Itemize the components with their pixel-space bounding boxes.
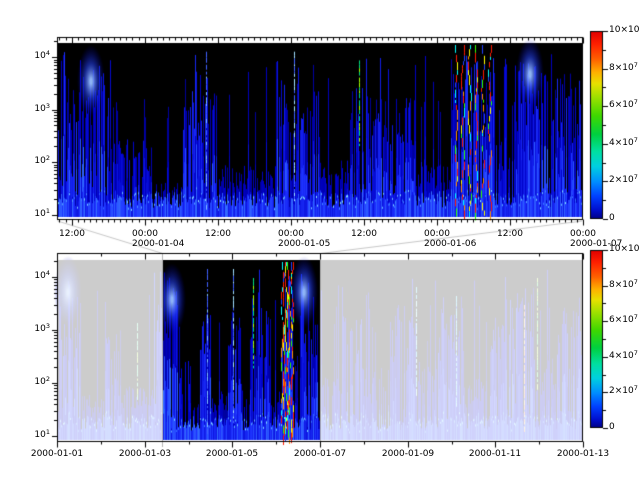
spectrogram-canvas xyxy=(0,0,640,480)
plot-window: 10410310210110410310210112:0000:00 2000-… xyxy=(0,0,640,480)
